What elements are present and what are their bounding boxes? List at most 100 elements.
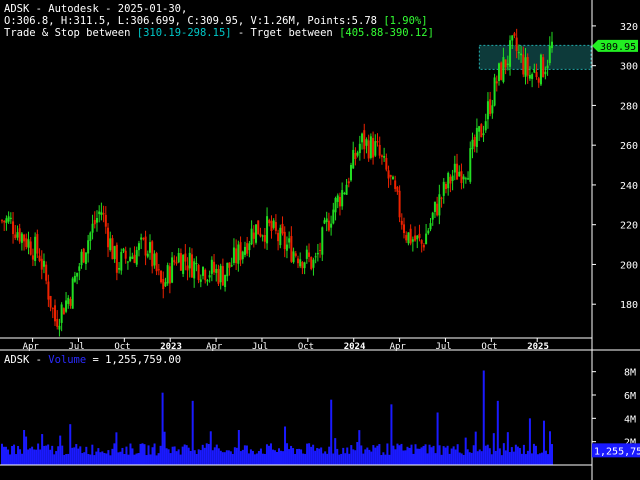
- candle-body: [29, 241, 32, 255]
- candle: [411, 236, 414, 252]
- volume-bar: [187, 447, 190, 465]
- candle: [314, 252, 317, 264]
- candle-body: [230, 265, 233, 267]
- candle: [215, 264, 218, 282]
- volume-bar: [53, 454, 56, 465]
- volume-bars: [1, 370, 553, 465]
- volume-bar: [328, 446, 331, 465]
- candle-body: [506, 63, 509, 65]
- candle-body: [162, 278, 165, 290]
- volume-bar: [296, 448, 299, 465]
- volume-bar: [368, 449, 371, 465]
- volume-bar: [85, 446, 88, 465]
- volume-bar: [263, 453, 266, 465]
- volume-bar: [235, 447, 238, 465]
- price-y-tick-label: 260: [620, 141, 638, 152]
- candle-body: [422, 244, 425, 248]
- candle-body: [193, 261, 196, 279]
- candle-body: [135, 250, 138, 265]
- volume-bar: [416, 448, 419, 465]
- candle: [403, 217, 406, 239]
- candle-body: [215, 268, 218, 273]
- candle-body: [383, 156, 386, 158]
- candle-body: [281, 223, 284, 234]
- candle: [500, 61, 503, 81]
- candle: [380, 154, 383, 165]
- candle: [356, 150, 359, 158]
- candle-body: [5, 218, 8, 224]
- candle-body: [54, 305, 57, 322]
- candle-body: [327, 220, 330, 231]
- candle: [153, 250, 156, 269]
- candle: [102, 205, 105, 223]
- candle-body: [292, 251, 295, 263]
- candle: [250, 220, 253, 246]
- volume-bar: [31, 446, 34, 465]
- volume-bar: [426, 453, 429, 465]
- candle: [129, 247, 132, 263]
- volume-bar: [478, 449, 481, 465]
- candle-body: [255, 224, 258, 243]
- volume-bar: [177, 449, 180, 465]
- volume-bar: [241, 449, 244, 465]
- candle-body: [25, 238, 28, 247]
- volume-bar: [354, 450, 357, 465]
- trade-stop-zone: [478, 44, 592, 70]
- candle-body: [235, 248, 238, 264]
- trade-line: Trade & Stop between [310.19-298.15] - T…: [4, 27, 434, 39]
- candle-body: [270, 221, 273, 231]
- volume-bar: [35, 449, 38, 465]
- volume-bar: [169, 453, 172, 465]
- volume-label: Volume: [48, 354, 87, 366]
- volume-bar: [408, 447, 411, 465]
- candle-body: [511, 35, 514, 41]
- candle: [425, 223, 428, 245]
- candle-body: [480, 124, 483, 138]
- candle-body: [144, 236, 147, 256]
- candle-body: [42, 260, 45, 267]
- volume-bar: [386, 443, 389, 465]
- candle: [239, 236, 242, 267]
- candle: [409, 224, 412, 246]
- candle-body: [246, 243, 249, 254]
- candle: [31, 248, 34, 267]
- x-tick-label: 2023: [160, 342, 182, 352]
- candle-body: [118, 267, 121, 270]
- candle-body: [513, 33, 516, 36]
- volume-bar: [209, 431, 212, 465]
- candle: [484, 113, 487, 133]
- volume-bar: [225, 450, 228, 465]
- candle: [497, 62, 500, 86]
- volume-bar: [546, 454, 549, 465]
- volume-bar: [308, 443, 311, 465]
- candle-body: [45, 264, 48, 281]
- volume-bar: [314, 450, 317, 465]
- candle: [325, 211, 328, 232]
- candle: [195, 256, 198, 272]
- candle: [135, 246, 138, 267]
- candle-body: [442, 181, 445, 196]
- volume-bar: [302, 453, 305, 465]
- volume-bar: [71, 447, 74, 465]
- candle-body: [551, 41, 553, 49]
- candle-body: [272, 220, 275, 228]
- volume-bar: [506, 432, 509, 465]
- volume-bar: [312, 444, 315, 465]
- candle: [217, 264, 220, 287]
- candle-body: [115, 244, 118, 273]
- volume-bar: [221, 452, 224, 465]
- candle-body: [533, 69, 536, 73]
- candle: [398, 185, 401, 223]
- candle: [241, 250, 244, 264]
- volume-bar: [115, 432, 118, 465]
- candle: [369, 133, 372, 160]
- volume-bar: [378, 444, 381, 465]
- volume-bar: [123, 454, 126, 465]
- chart-title: ADSK - Autodesk - 2025-01-30,: [4, 3, 188, 15]
- volume-bar: [5, 446, 8, 465]
- candle-body: [261, 235, 264, 237]
- volume-bar: [412, 453, 415, 465]
- candle-body: [456, 163, 459, 180]
- candle: [389, 174, 392, 186]
- candle-body: [248, 243, 251, 251]
